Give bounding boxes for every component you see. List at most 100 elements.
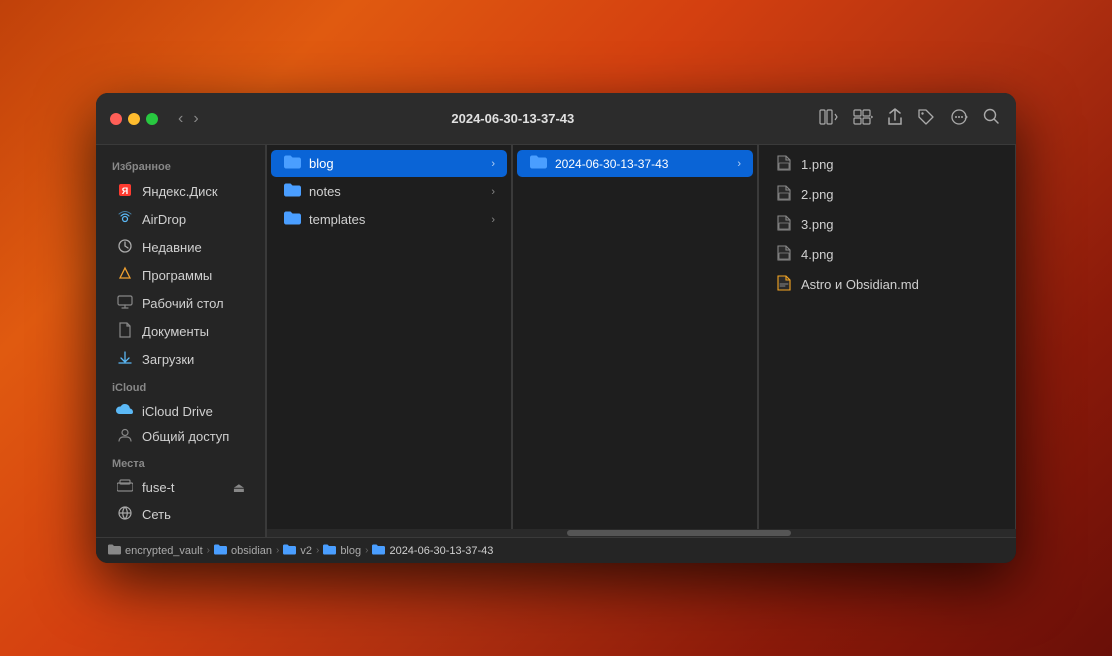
breadcrumb-label: encrypted_vault [125, 545, 203, 557]
yandex-icon: Я [116, 182, 134, 201]
folder-icon [283, 211, 301, 228]
breadcrumb-label: obsidian [231, 545, 272, 557]
png-icon [775, 215, 793, 234]
file-item-name: templates [309, 212, 483, 227]
sidebar-item-label: Недавние [142, 240, 202, 255]
svg-text:Я: Я [122, 186, 128, 196]
grid-view-button[interactable] [851, 107, 875, 131]
chevron-right-icon: › [491, 158, 495, 170]
folder-icon [283, 183, 301, 200]
file-item-blog[interactable]: blog › [271, 150, 507, 177]
png-icon [775, 185, 793, 204]
file-item-1png[interactable]: 1.png [763, 150, 1011, 179]
file-item-4png[interactable]: 4.png [763, 240, 1011, 269]
breadcrumb-folder-icon [214, 544, 227, 558]
sidebar-item-label: Рабочий стол [142, 296, 224, 311]
minimize-button[interactable] [128, 113, 140, 125]
file-item-notes[interactable]: notes › [271, 178, 507, 205]
recent-icon [116, 238, 134, 257]
breadcrumb-label: v2 [300, 545, 312, 557]
breadcrumb-separator: › [365, 545, 368, 556]
breadcrumb-folder-icon [372, 544, 385, 558]
toolbar: ‹ › 2024-06-30-13-37-43 [96, 93, 1016, 145]
folder-icon [283, 155, 301, 172]
sidebar-section-places: Места [96, 450, 265, 474]
desktop-icon [116, 294, 134, 313]
breadcrumb-item-blog[interactable]: blog [323, 544, 361, 558]
horizontal-scrollbar[interactable] [267, 529, 1016, 537]
png-icon [775, 245, 793, 264]
back-button[interactable]: ‹ [174, 109, 187, 129]
file-item-name: 2.png [801, 187, 999, 202]
breadcrumb-folder-icon [108, 544, 121, 558]
fuse-icon [116, 479, 134, 496]
file-item-name: 1.png [801, 157, 999, 172]
file-item-date-folder[interactable]: 2024-06-30-13-37-43 › [517, 150, 753, 177]
chevron-right-icon: › [491, 186, 495, 198]
sidebar-item-network[interactable]: Сеть [100, 501, 261, 528]
sidebar-item-label: Яндекс.Диск [142, 184, 218, 199]
sidebar-item-icloud-drive[interactable]: iCloud Drive [100, 399, 261, 423]
scrollbar-thumb[interactable] [567, 530, 792, 536]
search-button[interactable] [981, 106, 1002, 131]
sidebar-item-label: Программы [142, 268, 212, 283]
action-button[interactable] [947, 106, 971, 132]
sidebar-section-favourites: Избранное [96, 153, 265, 177]
chevron-right-icon: › [491, 214, 495, 226]
breadcrumb-item-current[interactable]: 2024-06-30-13-37-43 [372, 544, 493, 558]
file-item-3png[interactable]: 3.png [763, 210, 1011, 239]
file-item-name: 4.png [801, 247, 999, 262]
eject-icon[interactable]: ⏏ [233, 480, 245, 496]
sidebar-item-label: fuse-t [142, 480, 175, 495]
folder-icon [529, 155, 547, 172]
share-button[interactable] [885, 106, 905, 132]
sidebar-item-downloads[interactable]: Загрузки [100, 346, 261, 373]
file-item-name: blog [309, 156, 483, 171]
sidebar-item-airdrop[interactable]: AirDrop [100, 206, 261, 233]
icloud-icon [116, 403, 134, 419]
sidebar-item-yandex-disk[interactable]: Я Яндекс.Диск [100, 178, 261, 205]
breadcrumb-folder-icon [323, 544, 336, 558]
sidebar: Избранное Я Яндекс.Диск [96, 145, 266, 537]
sidebar-item-desktop[interactable]: Рабочий стол [100, 290, 261, 317]
sidebar-item-shared[interactable]: Общий доступ [100, 424, 261, 449]
toolbar-actions [817, 106, 1002, 132]
png-icon [775, 155, 793, 174]
sidebar-item-fuse-t[interactable]: fuse-t ⏏ [100, 475, 261, 500]
shared-icon [116, 428, 134, 445]
close-button[interactable] [110, 113, 122, 125]
network-icon [116, 505, 134, 524]
sidebar-item-label: Документы [142, 324, 209, 339]
columns-container: blog › notes › [267, 145, 1016, 537]
sidebar-item-documents[interactable]: Документы [100, 318, 261, 345]
file-item-name: 3.png [801, 217, 999, 232]
forward-button[interactable]: › [189, 109, 202, 129]
maximize-button[interactable] [146, 113, 158, 125]
breadcrumb-folder-icon [283, 544, 296, 558]
traffic-lights [110, 113, 158, 125]
tag-button[interactable] [915, 106, 937, 132]
breadcrumb-item-obsidian[interactable]: obsidian [214, 544, 272, 558]
file-item-name: notes [309, 184, 483, 199]
view-toggle-button[interactable] [817, 107, 841, 131]
file-item-name: 2024-06-30-13-37-43 [555, 157, 729, 171]
file-item-2png[interactable]: 2.png [763, 180, 1011, 209]
sidebar-item-label: Общий доступ [142, 429, 229, 444]
file-item-astro-md[interactable]: Astro и Obsidian.md [763, 270, 1011, 299]
breadcrumb-separator: › [316, 545, 319, 556]
breadcrumb-label: 2024-06-30-13-37-43 [389, 545, 493, 557]
sidebar-item-recent[interactable]: Недавние [100, 234, 261, 261]
content-area: Избранное Я Яндекс.Диск [96, 145, 1016, 537]
sidebar-item-label: AirDrop [142, 212, 186, 227]
breadcrumb-separator: › [276, 545, 279, 556]
nav-buttons: ‹ › [174, 109, 203, 129]
file-item-templates[interactable]: templates › [271, 206, 507, 233]
statusbar: encrypted_vault › obsidian › [96, 537, 1016, 563]
airdrop-icon [116, 210, 134, 229]
breadcrumb-item-v2[interactable]: v2 [283, 544, 312, 558]
sidebar-item-label: iCloud Drive [142, 404, 213, 419]
breadcrumb-item-vault[interactable]: encrypted_vault [108, 544, 203, 558]
sidebar-item-apps[interactable]: Программы [100, 262, 261, 289]
columns-row: blog › notes › [267, 145, 1016, 529]
finder-window: ‹ › 2024-06-30-13-37-43 [96, 93, 1016, 563]
